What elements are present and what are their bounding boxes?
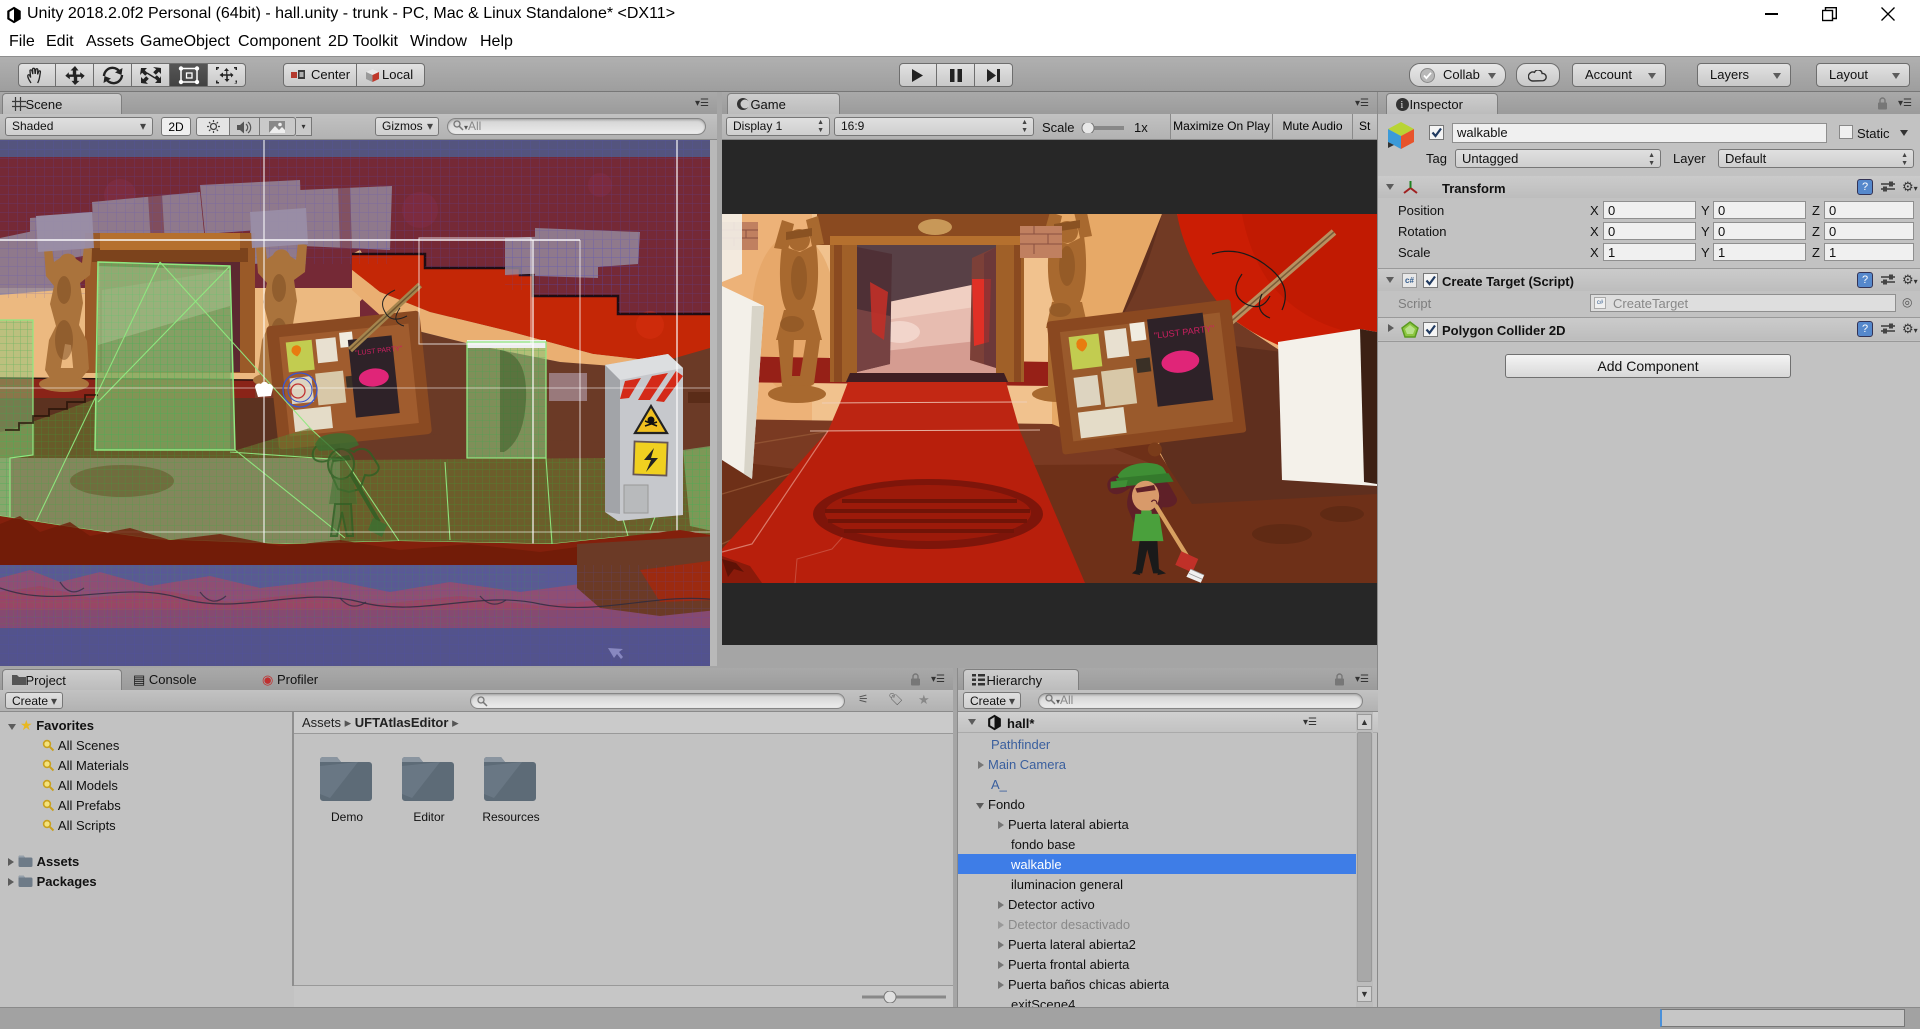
svg-text:i: i <box>1401 100 1404 111</box>
